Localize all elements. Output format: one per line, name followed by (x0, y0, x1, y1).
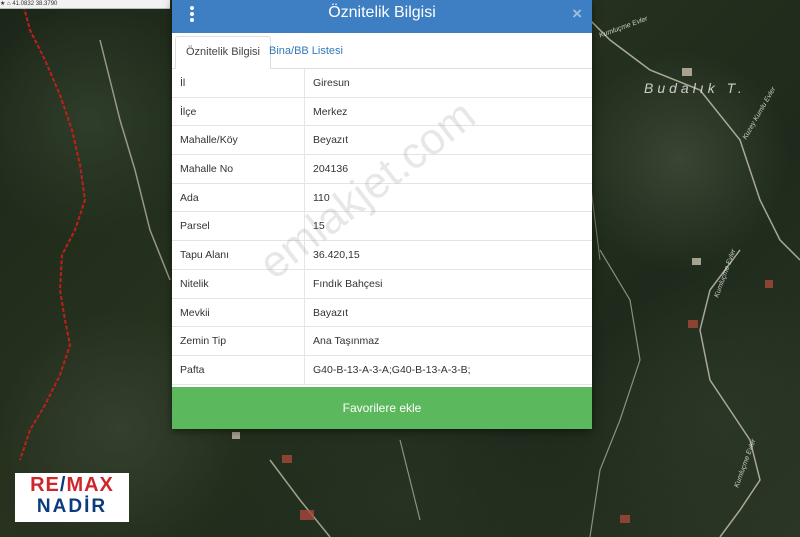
row-key: Tapu Alanı (172, 241, 305, 269)
row-key: Mahalle No (172, 155, 305, 183)
attribute-table: İl Giresun İlçe Merkez Mahalle/Köy Beyazıt … (172, 69, 592, 385)
table-row: Mahalle No 204136 (172, 155, 592, 184)
building (232, 432, 240, 439)
add-to-favorites-button[interactable]: Favorilere ekle (172, 387, 592, 429)
road (589, 249, 641, 537)
place-label: Budalık T. (644, 80, 746, 96)
table-row: Pafta G40-B-13-A-3-A;G40-B-13-A-3-B; (172, 355, 592, 385)
road (99, 39, 171, 281)
table-row: Parsel 15 (172, 212, 592, 242)
road (579, 9, 800, 261)
row-key: Parsel (172, 212, 305, 241)
close-icon[interactable]: × (572, 4, 582, 24)
table-row: İl Giresun (172, 69, 592, 98)
row-value: Bayazıt (313, 306, 349, 319)
row-key: İlçe (172, 97, 305, 126)
tab-bar: Öznitelik Bilgisi Bina/BB Listesi (172, 33, 592, 70)
building (300, 510, 314, 520)
building (620, 515, 630, 523)
building (692, 258, 701, 265)
building (282, 455, 292, 463)
logo-line2: NADİR (36, 496, 108, 517)
remax-logo: RE/MAX NADİR (15, 473, 129, 522)
tab-attribute-info[interactable]: Öznitelik Bilgisi (175, 36, 271, 70)
row-value: G40-B-13-A-3-A;G40-B-13-A-3-B; (313, 363, 471, 376)
row-value: Ana Taşınmaz (313, 335, 380, 348)
table-row: Tapu Alanı 36.420,15 (172, 241, 592, 270)
building (765, 280, 773, 288)
road (269, 459, 331, 537)
table-row: Nitelik Fındık Bahçesi (172, 269, 592, 299)
row-value: Beyazıt (313, 134, 349, 147)
row-key: Ada (172, 183, 305, 212)
row-value: 204136 (313, 163, 349, 176)
row-key: Pafta (172, 355, 305, 384)
logo-line1: RE/MAX (30, 474, 114, 496)
table-row: Mahalle/Köy Beyazıt (172, 126, 592, 156)
row-key: Zemin Tip (172, 327, 305, 355)
row-key: Nitelik (172, 269, 305, 298)
row-key: İl (172, 69, 305, 97)
row-value: Fındık Bahçesi (313, 277, 383, 290)
panel-title: Öznitelik Bilgisi (328, 4, 436, 21)
table-row: Ada 110 (172, 183, 592, 213)
attribute-info-panel: Öznitelik Bilgisi × Öznitelik Bilgisi Bi… (172, 0, 592, 429)
tab-building-list[interactable]: Bina/BB Listesi (259, 36, 353, 68)
panel-header: Öznitelik Bilgisi × (172, 0, 592, 33)
building (688, 320, 698, 328)
row-key: Mahalle/Köy (172, 126, 305, 155)
row-value: 110 (313, 191, 330, 204)
road (399, 439, 421, 521)
row-value: 36.420,15 (313, 249, 360, 262)
table-row: Mevkii Bayazıt (172, 298, 592, 328)
road (699, 249, 761, 537)
row-key: Mevkii (172, 298, 305, 327)
row-value: Merkez (313, 105, 348, 118)
building (682, 68, 692, 76)
row-value: Giresun (313, 77, 350, 89)
row-value: 15 (313, 220, 325, 233)
parcel-boundary (19, 0, 87, 461)
map-toolbar[interactable]: ★ ⌂ 41.0832 38.3790 (0, 0, 170, 9)
table-row: İlçe Merkez (172, 97, 592, 127)
table-row: Zemin Tip Ana Taşınmaz (172, 327, 592, 356)
